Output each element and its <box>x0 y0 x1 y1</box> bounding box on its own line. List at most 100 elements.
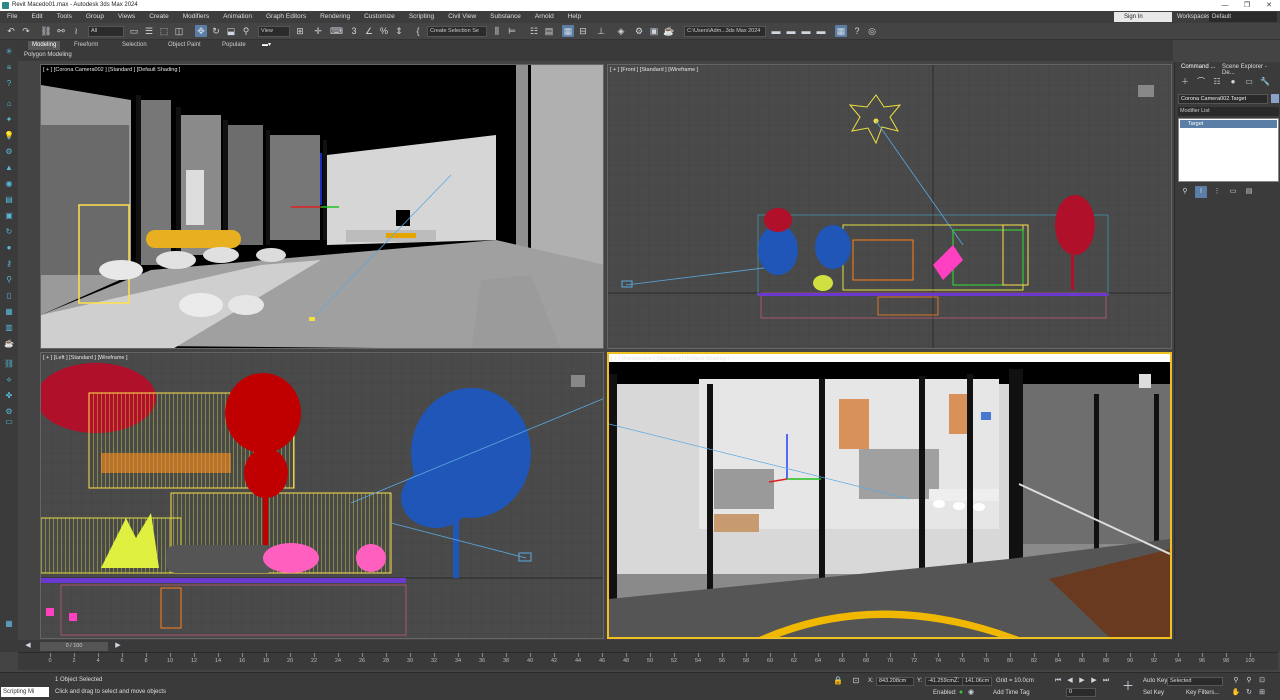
refresh-icon[interactable]: ↻ <box>3 226 15 237</box>
select-move-icon[interactable]: ✥ <box>195 25 207 37</box>
angle-snap-icon[interactable]: ∠ <box>363 25 375 37</box>
help-circle-icon[interactable]: ? <box>3 78 15 89</box>
spinner-snap-icon[interactable]: ⇕ <box>393 25 405 37</box>
motion-tab-icon[interactable]: ● <box>1227 76 1239 88</box>
hierarchy-tab-icon[interactable]: ☷ <box>1211 76 1223 88</box>
sign-in-button[interactable]: Sign In <box>1114 12 1172 22</box>
workspaces-dropdown[interactable]: Default <box>1209 12 1277 22</box>
rendered-frame-icon[interactable]: ▣ <box>648 25 660 37</box>
layers-icon[interactable]: ≡ <box>3 62 15 73</box>
tab-selection[interactable]: Selection <box>118 41 151 50</box>
menu-substance[interactable]: Substance <box>483 11 528 23</box>
teapot2-icon[interactable]: ☕ <box>3 338 15 349</box>
viewport-label-left[interactable]: [ + ] [Left ] [Standard ] [Wireframe ] <box>43 355 128 361</box>
zoom-all-icon[interactable]: ⚲ <box>1243 675 1255 687</box>
window-crossing-icon[interactable]: ◫ <box>173 25 185 37</box>
percent-snap-icon[interactable]: % <box>378 25 390 37</box>
folder-up-icon[interactable]: ▬ <box>800 25 812 37</box>
menu-file[interactable]: File <box>0 11 24 23</box>
teapot-icon[interactable]: ⌂ <box>3 98 15 109</box>
maximize-button[interactable]: ❐ <box>1236 0 1258 11</box>
object-name-field[interactable]: Corona Camera002.Target <box>1178 94 1268 104</box>
viewport-layout-icon[interactable]: ▦ <box>835 25 847 37</box>
close-button[interactable]: ✕ <box>1258 0 1280 11</box>
tab-command-panel[interactable]: Command ... <box>1181 64 1215 70</box>
x-coordinate-field[interactable]: 843.208cm <box>876 677 914 686</box>
menu-animation[interactable]: Animation <box>216 11 259 23</box>
viewport-front[interactable]: [ + ] [Front ] [Standard ] [Wireframe ] <box>607 64 1172 349</box>
pin-stack-icon[interactable]: ⚲ <box>1179 186 1191 198</box>
show-end-result-icon[interactable]: Ι <box>1195 186 1207 198</box>
object-color-swatch[interactable] <box>1271 94 1279 103</box>
keyboard-shortcut-icon[interactable]: ⌨ <box>330 25 343 37</box>
snaps-toggle-icon[interactable]: 3 <box>348 25 360 37</box>
key-selection-dropdown[interactable]: Selected <box>1167 677 1223 686</box>
time-slider-left-icon[interactable]: ◀ <box>22 640 34 652</box>
folder-icon[interactable]: ▬ <box>785 25 797 37</box>
orbit-icon[interactable]: ↻ <box>1243 687 1255 699</box>
utilities-tab-icon[interactable]: 🔧 <box>1259 76 1271 88</box>
named-selection-set-dropdown[interactable]: Create Selection Se <box>427 26 487 37</box>
add-time-tag[interactable]: Add Time Tag <box>993 690 1030 696</box>
link-icon[interactable]: ⛓ <box>40 25 52 37</box>
ribbon-polygon-modeling[interactable]: Polygon Modeling <box>24 51 72 60</box>
menu-create[interactable]: Create <box>142 11 176 23</box>
tab-object-paint[interactable]: Object Paint <box>164 41 205 50</box>
display-tab-icon[interactable]: ▭ <box>1243 76 1255 88</box>
render-setup-icon[interactable]: ⚙ <box>633 25 645 37</box>
viewport-perspective[interactable]: [ + ] [Perspective ] [Standard ] [Defaul… <box>607 352 1172 639</box>
document-icon[interactable]: ▤ <box>3 194 15 205</box>
menu-graph-editors[interactable]: Graph Editors <box>259 11 313 23</box>
pan-icon[interactable]: ✋ <box>1230 687 1242 699</box>
select-rotate-icon[interactable]: ↻ <box>210 25 222 37</box>
auto-key-button[interactable]: Auto Key <box>1143 678 1167 684</box>
play-icon[interactable]: ▶ <box>1076 675 1088 687</box>
layer-explorer-icon[interactable]: ▤ <box>543 25 555 37</box>
lock-selection-icon[interactable]: 🔒 <box>832 675 844 687</box>
open-folder-icon[interactable]: ▬ <box>770 25 782 37</box>
camera-icon[interactable]: ◉ <box>3 178 15 189</box>
set-key-big-icon[interactable]: ＋ <box>1120 678 1136 694</box>
viewport-label-perspective[interactable]: [ + ] [Perspective ] [Standard ] [Defaul… <box>611 356 729 362</box>
viewport-label-front[interactable]: [ + ] [Front ] [Standard ] [Wireframe ] <box>610 67 698 73</box>
path-icon[interactable]: ⟡ <box>3 374 15 385</box>
tab-freeform[interactable]: Freeform <box>70 41 102 50</box>
box-icon[interactable]: ▣ <box>3 210 15 221</box>
select-scale-icon[interactable]: ⬓ <box>225 25 237 37</box>
menu-edit[interactable]: Edit <box>24 11 49 23</box>
render-production-icon[interactable]: ☕ <box>663 25 675 37</box>
modifier-list-dropdown[interactable]: Modifier List <box>1178 107 1279 116</box>
menu-scripting[interactable]: Scripting <box>402 11 441 23</box>
material-editor-icon[interactable]: ◈ <box>615 25 627 37</box>
minimize-button[interactable]: — <box>1214 0 1236 11</box>
panel-icon[interactable]: ▥ <box>3 322 15 333</box>
configure-sets-icon[interactable]: ▤ <box>1243 186 1255 198</box>
absolute-mode-icon[interactable]: ⊡ <box>850 675 862 687</box>
project-folder-dropdown[interactable]: C:\Users\Adm...3ds Max 2024 <box>684 26 766 37</box>
tab-modeling[interactable]: Modeling <box>28 41 61 50</box>
menu-civil-view[interactable]: Civil View <box>441 11 483 23</box>
help-icon[interactable]: ? <box>851 25 863 37</box>
bind-spacewarp-icon[interactable]: ≀ <box>70 25 82 37</box>
link-chain-icon[interactable]: ⛓ <box>3 358 15 369</box>
select-by-name-icon[interactable]: ☰ <box>143 25 155 37</box>
toggle-ribbon-icon[interactable]: ▦ <box>562 25 574 37</box>
menu-rendering[interactable]: Rendering <box>313 11 357 23</box>
zoom-extents-icon[interactable]: ⊡ <box>1256 675 1268 687</box>
select-object-icon[interactable]: ▭ <box>128 25 140 37</box>
sphere-icon[interactable]: ● <box>3 242 15 253</box>
rect-selection-icon[interactable]: ⬚ <box>158 25 170 37</box>
gear-icon[interactable]: ⚙ <box>3 146 15 157</box>
current-frame-field[interactable]: 0 <box>1066 688 1096 697</box>
prev-frame-icon[interactable]: ◀ <box>1064 675 1076 687</box>
time-tag-icon[interactable]: ◉ <box>965 687 977 699</box>
modify-tab-icon[interactable]: ⌒ <box>1195 76 1207 88</box>
zoom-icon[interactable]: ⚲ <box>1230 675 1242 687</box>
redo-icon[interactable]: ↷ <box>20 25 32 37</box>
folder-set-icon[interactable]: ▬ <box>815 25 827 37</box>
time-slider[interactable]: 0 / 100 <box>40 642 108 651</box>
tab-scene-explorer[interactable]: Scene Explorer - De... <box>1222 64 1280 76</box>
menu-help[interactable]: Help <box>561 11 588 23</box>
next-frame-icon[interactable]: ▶ <box>1088 675 1100 687</box>
curve-editor-icon[interactable]: ⊟ <box>577 25 589 37</box>
